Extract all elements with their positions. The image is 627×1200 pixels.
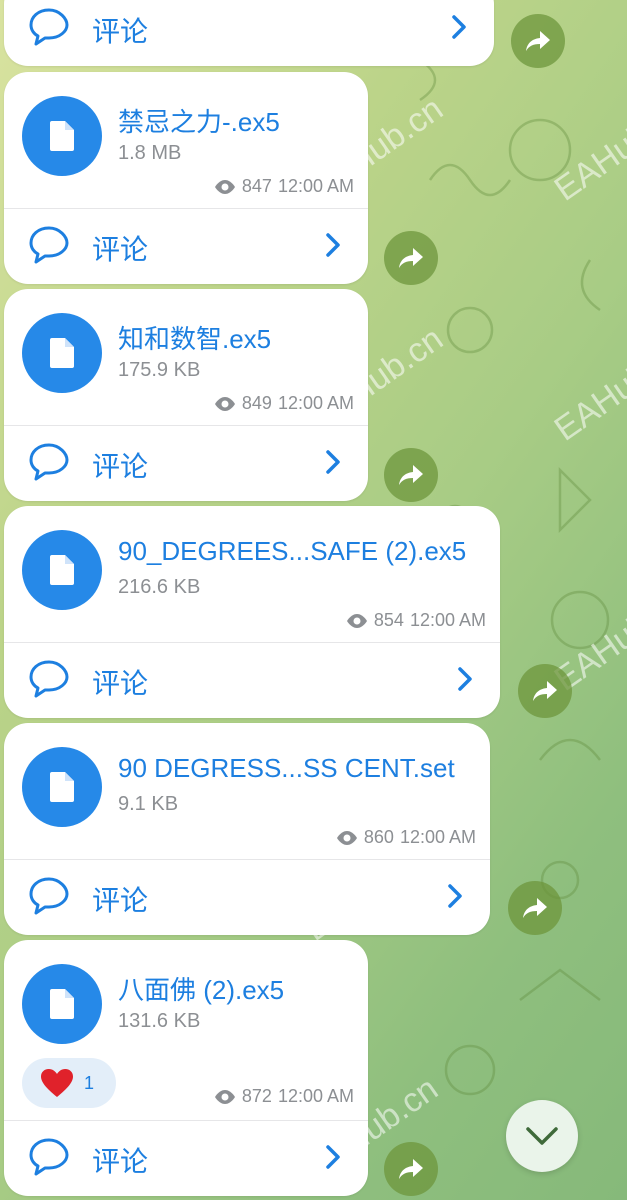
comment-label: 评论 [92,451,149,482]
file-name[interactable]: 90_DEGREES...SAFE (2).ex5 [118,536,466,567]
share-arrow-icon [399,465,423,485]
file-message[interactable]: 八面佛 (2).ex5 131.6 KB 1 872 12:00 AM 评论 [4,940,368,1196]
comments-row[interactable]: 评论 [4,859,490,935]
file-icon[interactable] [22,747,102,827]
reaction-chip[interactable]: 1 [22,1058,116,1108]
comments-row[interactable]: 评论 [4,1120,368,1196]
message-meta: 849 12:00 AM [214,393,354,414]
chevron-right-icon [326,233,340,257]
file-name[interactable]: 知和数智.ex5 [118,319,271,356]
scroll-to-bottom-button[interactable] [506,1100,578,1172]
message-meta: 847 12:00 AM [214,176,354,197]
view-count: 849 [241,393,272,413]
file-message[interactable]: 知和数智.ex5 175.9 KB 849 12:00 AM 评论 [4,289,368,501]
view-count: 872 [241,1086,272,1106]
comment-label: 评论 [92,16,149,47]
share-arrow-icon [526,31,550,51]
comment-bubble-icon [29,660,69,698]
file-name[interactable]: 八面佛 (2).ex5 [118,970,284,1007]
chevron-right-icon [448,884,462,908]
comments-row[interactable]: 评论 [4,425,368,501]
share-arrow-icon [399,1159,423,1179]
eye-icon [214,179,235,194]
message-bubble-partial[interactable]: 评论 [4,0,494,66]
message-time: 12:00 AM [277,1086,354,1106]
document-icon [50,121,74,151]
file-size: 175.9 KB [118,359,201,381]
chevron-down-icon [526,1127,558,1145]
view-count: 854 [373,610,404,630]
file-icon[interactable] [22,964,102,1044]
file-size: 216.6 KB [118,576,201,598]
view-count: 847 [241,176,272,196]
share-arrow-icon [533,681,557,701]
message-meta: 860 12:00 AM [336,827,476,848]
chevron-right-icon [326,450,340,474]
message-time: 12:00 AM [277,393,354,413]
comment-bubble-icon [29,226,69,264]
eye-icon [214,396,235,411]
document-icon [50,989,74,1019]
heart-icon [41,1069,73,1097]
eye-icon [214,1089,235,1104]
comments-row[interactable]: 评论 [4,0,494,66]
share-button[interactable] [384,231,438,285]
comment-label: 评论 [92,885,149,916]
reaction-count: 1 [84,1072,95,1093]
file-message[interactable]: 90 DEGRESS...SS CENT.set 9.1 KB 860 12:0… [4,723,490,935]
file-size: 131.6 KB [118,1010,201,1032]
watermark: EAHub.cn [547,89,627,209]
share-button[interactable] [511,14,565,68]
file-message[interactable]: 90_DEGREES...SAFE (2).ex5 216.6 KB 854 1… [4,506,500,718]
comment-bubble-icon [29,877,69,915]
comments-row[interactable]: 评论 [4,208,368,284]
eye-icon [346,613,367,628]
file-size: 9.1 KB [118,793,179,815]
file-icon[interactable] [22,530,102,610]
comment-bubble-icon [29,443,69,481]
share-button[interactable] [518,664,572,718]
comment-label: 评论 [92,234,149,265]
chevron-right-icon [458,667,472,691]
message-meta: 872 12:00 AM [214,1086,354,1107]
comment-label: 评论 [92,668,149,699]
comment-bubble-icon [29,1138,69,1176]
comment-label: 评论 [92,1146,149,1177]
comment-bubble-icon [29,8,69,46]
document-icon [50,772,74,802]
eye-icon [336,830,357,845]
message-meta: 854 12:00 AM [346,610,486,631]
message-time: 12:00 AM [277,176,354,196]
share-button[interactable] [508,881,562,935]
comments-row[interactable]: 评论 [4,642,500,718]
file-name[interactable]: 90 DEGRESS...SS CENT.set [118,753,455,784]
chevron-right-icon [326,1145,340,1169]
chevron-right-icon [452,15,466,39]
document-icon [50,338,74,368]
watermark: EAHub.cn [547,329,627,449]
view-count: 860 [363,827,394,847]
message-time: 12:00 AM [399,827,476,847]
file-size: 1.8 MB [118,142,182,164]
file-icon[interactable] [22,96,102,176]
share-arrow-icon [399,248,423,268]
share-button[interactable] [384,448,438,502]
share-arrow-icon [523,898,547,918]
file-message[interactable]: 禁忌之力-.ex5 1.8 MB 847 12:00 AM 评论 [4,72,368,284]
file-icon[interactable] [22,313,102,393]
share-button[interactable] [384,1142,438,1196]
message-time: 12:00 AM [409,610,486,630]
document-icon [50,555,74,585]
file-name[interactable]: 禁忌之力-.ex5 [118,102,280,139]
